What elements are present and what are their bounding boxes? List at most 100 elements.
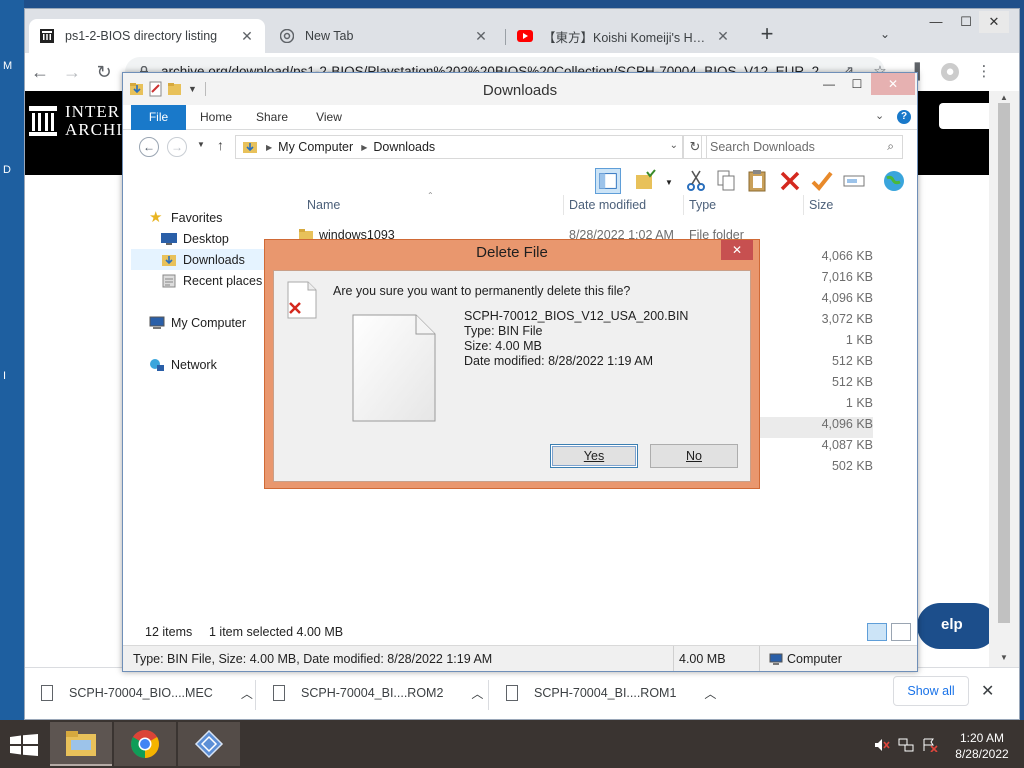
- paste-icon[interactable]: [745, 168, 771, 194]
- no-label: No: [686, 449, 702, 463]
- forward-arrow-icon[interactable]: →: [167, 137, 187, 157]
- column-header-type[interactable]: Type: [689, 193, 716, 217]
- chrome-icon: [131, 730, 159, 758]
- chevron-up-icon[interactable]: ︿: [471, 685, 483, 702]
- address-dropdown-chevron-icon[interactable]: ⌄: [670, 140, 678, 151]
- chevron-up-icon[interactable]: ︿: [241, 685, 253, 702]
- search-downloads-input[interactable]: Search Downloads ⌕: [701, 135, 903, 159]
- help-button[interactable]: elp: [917, 603, 991, 649]
- forward-arrow-icon[interactable]: →: [61, 61, 83, 83]
- nav-favorites[interactable]: ★ Favorites: [149, 207, 319, 228]
- close-icon[interactable]: ✕: [981, 681, 994, 701]
- status-separator: [673, 646, 674, 671]
- recent-places-icon: [162, 274, 176, 287]
- download-item[interactable]: SCPH-70004_BIO....MEC ︿: [41, 678, 253, 708]
- help-icon[interactable]: ?: [897, 110, 911, 124]
- copy-icon[interactable]: [713, 168, 739, 194]
- new-tab-button[interactable]: +: [757, 23, 777, 45]
- cut-icon[interactable]: [683, 168, 709, 194]
- back-arrow-icon[interactable]: ←: [139, 137, 159, 157]
- address-breadcrumb[interactable]: ▶ My Computer ▶ Downloads ⌄: [235, 135, 683, 159]
- search-icon[interactable]: ⌕: [887, 139, 894, 154]
- download-item[interactable]: SCPH-70004_BI....ROM2 ︿: [273, 678, 483, 708]
- breadcrumb-chevron-icon[interactable]: ▶: [266, 143, 272, 152]
- tab-new-tab[interactable]: New Tab ✕: [269, 19, 499, 53]
- scroll-up-arrow-icon[interactable]: ▲: [998, 93, 1010, 103]
- tab-ps1-bios[interactable]: ps1-2-BIOS directory listing ✕: [29, 19, 265, 53]
- file-size: 4,066 KB: [821, 249, 873, 263]
- chevron-up-icon[interactable]: ︿: [704, 685, 716, 702]
- globe-icon[interactable]: [881, 168, 907, 194]
- menu-kebab-icon[interactable]: ⋮: [975, 63, 993, 81]
- details-view-icon[interactable]: [867, 623, 887, 641]
- show-all-button[interactable]: Show all: [893, 676, 969, 706]
- folder-options-icon[interactable]: [633, 168, 659, 194]
- large-icons-view-icon[interactable]: [891, 623, 911, 641]
- tab-close-icon[interactable]: ✕: [239, 28, 255, 45]
- status-separator: [759, 646, 760, 671]
- breadcrumb-downloads[interactable]: Downloads: [373, 140, 435, 154]
- taskbar-control-panel[interactable]: [178, 722, 240, 766]
- close-button[interactable]: ✕: [979, 11, 1009, 33]
- minimize-button[interactable]: —: [815, 73, 843, 95]
- taskbar-chrome[interactable]: [114, 722, 176, 766]
- expand-ribbon-chevron-icon[interactable]: ⌄: [875, 109, 884, 122]
- column-separator[interactable]: [683, 195, 684, 215]
- up-arrow-icon[interactable]: ↑: [217, 137, 224, 153]
- taskbar-file-explorer[interactable]: [50, 722, 112, 766]
- folder-options-chevron-icon[interactable]: ▼: [665, 178, 673, 187]
- action-center-icon[interactable]: [922, 738, 938, 752]
- file-preview-icon: [352, 314, 436, 422]
- preview-pane-icon[interactable]: [595, 168, 621, 194]
- nav-label: Favorites: [171, 210, 223, 225]
- reload-icon[interactable]: ↻: [93, 61, 115, 83]
- clock-date: 8/28/2022: [955, 747, 1009, 761]
- maximize-button[interactable]: ☐: [951, 11, 981, 33]
- column-separator[interactable]: [563, 195, 564, 215]
- breadcrumb-my-computer[interactable]: My Computer: [278, 140, 353, 154]
- tab-home[interactable]: Home: [191, 105, 241, 130]
- system-clock[interactable]: 1:20 AM 8/28/2022: [946, 730, 1018, 762]
- file-details: Type: BIN File, Size: 4.00 MB, Date modi…: [133, 652, 493, 666]
- dialog-body: Are you sure you want to permanently del…: [273, 270, 751, 482]
- yes-button[interactable]: Yes: [550, 444, 638, 468]
- checkmark-icon[interactable]: [809, 168, 835, 194]
- network-icon[interactable]: [898, 738, 914, 752]
- back-arrow-icon[interactable]: ←: [29, 61, 51, 83]
- scroll-down-arrow-icon[interactable]: ▼: [998, 653, 1010, 663]
- scrollbar-thumb[interactable]: [998, 103, 1010, 623]
- delete-x-icon[interactable]: [777, 168, 803, 194]
- column-header-date[interactable]: Date modified: [569, 193, 646, 217]
- maximize-button[interactable]: ☐: [843, 73, 871, 95]
- address-row: ← → ▼ ↑ ▶ My Computer ▶ Downloads ⌄ ↻ Se…: [123, 130, 917, 164]
- tab-search-chevron-icon[interactable]: ⌄: [877, 27, 893, 43]
- recent-locations-chevron-icon[interactable]: ▼: [197, 140, 205, 149]
- tab-file[interactable]: File: [131, 105, 186, 130]
- profile-avatar-icon[interactable]: ●: [941, 63, 959, 81]
- explorer-title-bar[interactable]: ▼ Downloads — ☐ ✕: [123, 73, 917, 105]
- site-search-input[interactable]: [939, 103, 991, 129]
- volume-muted-icon[interactable]: [874, 738, 890, 752]
- search-placeholder: Search Downloads: [710, 140, 815, 154]
- windows-start-icon[interactable]: [10, 734, 38, 756]
- minimize-button[interactable]: —: [921, 11, 951, 33]
- status-bar: 12 items 1 item selected 4.00 MB: [123, 621, 917, 645]
- tab-close-icon[interactable]: ✕: [715, 28, 731, 45]
- tab-youtube-video[interactable]: 【東方】Koishi Komeiji's Heart Th ✕: [507, 19, 741, 53]
- column-header-name[interactable]: Name: [307, 193, 340, 217]
- close-button[interactable]: ✕: [721, 240, 753, 260]
- tab-share[interactable]: Share: [249, 105, 295, 130]
- file-icon: [273, 685, 285, 701]
- internet-archive-logo[interactable]: INTER ARCHIV: [29, 103, 136, 139]
- rename-icon[interactable]: [841, 168, 867, 194]
- breadcrumb-chevron-icon[interactable]: ▶: [361, 143, 367, 152]
- column-header-size[interactable]: Size: [809, 193, 833, 217]
- column-separator[interactable]: [803, 195, 804, 215]
- file-size: 4,087 KB: [821, 438, 873, 452]
- download-item[interactable]: SCPH-70004_BI....ROM1 ︿: [506, 678, 716, 708]
- close-button[interactable]: ✕: [871, 73, 915, 95]
- tab-close-icon[interactable]: ✕: [473, 28, 489, 45]
- tab-view[interactable]: View: [307, 105, 351, 130]
- no-button[interactable]: No: [650, 444, 738, 468]
- page-scrollbar[interactable]: ▲ ▼: [989, 91, 1019, 667]
